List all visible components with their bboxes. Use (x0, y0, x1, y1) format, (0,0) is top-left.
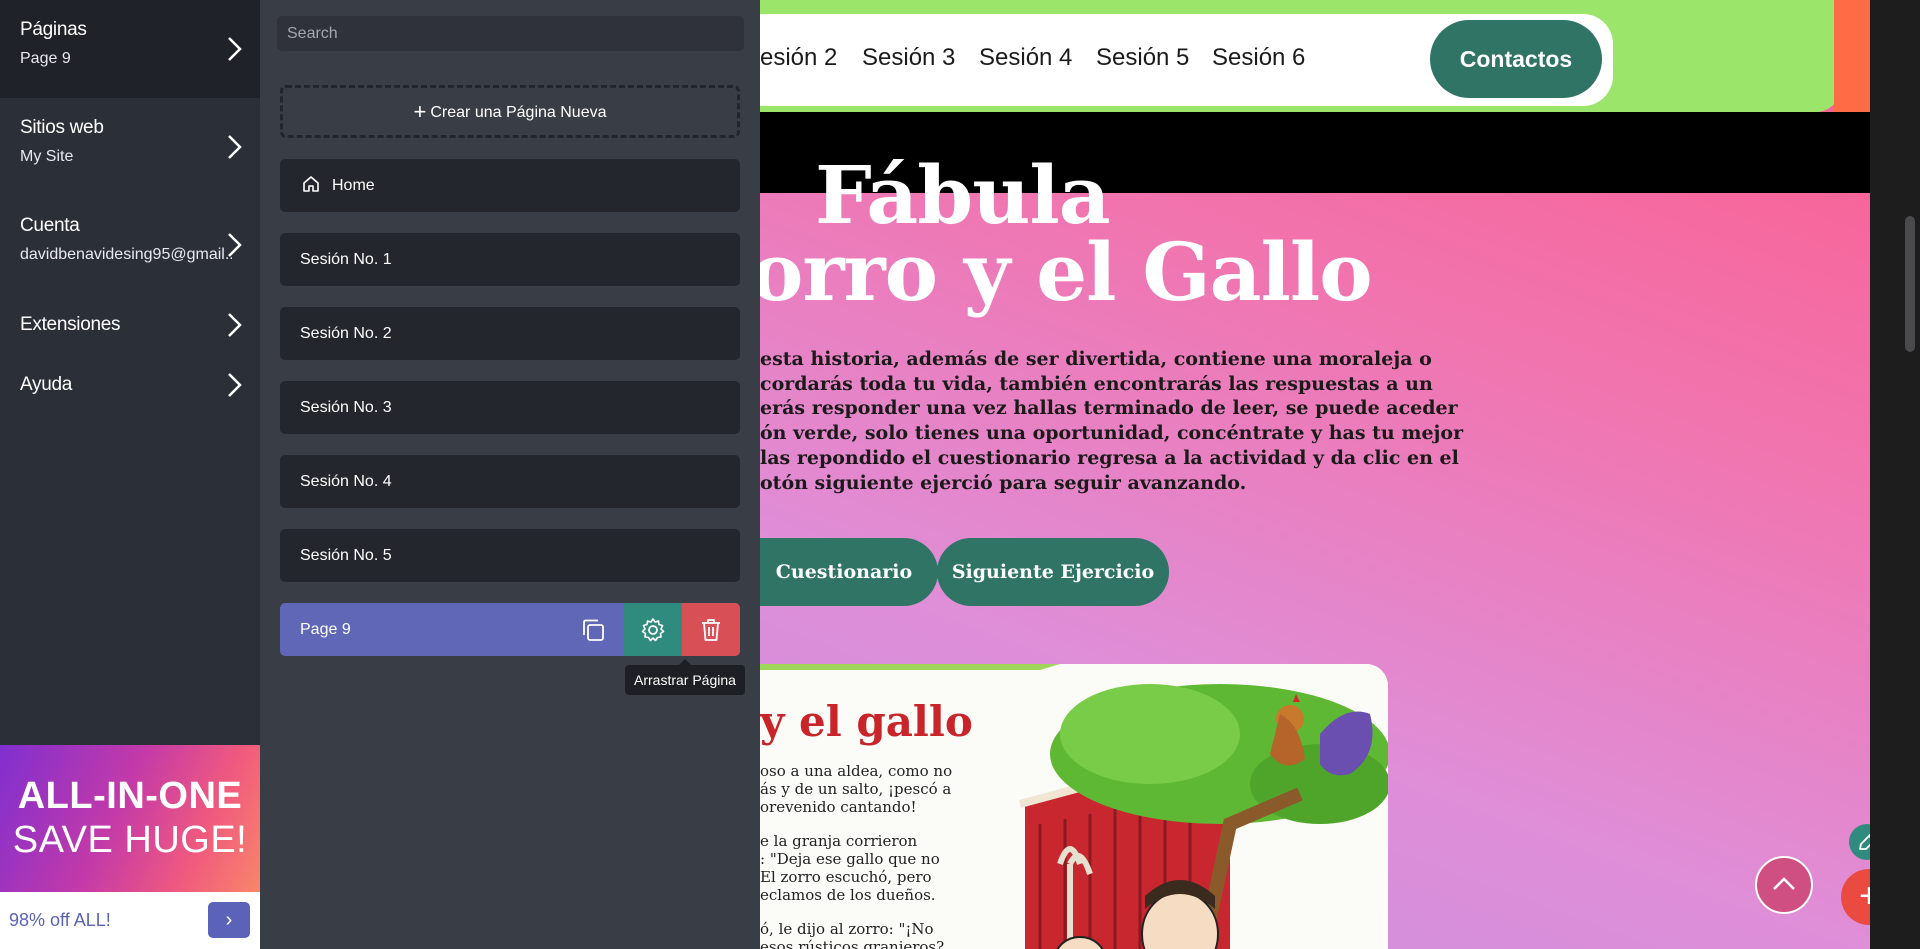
sidebar-item-extensiones[interactable]: Extensiones (0, 305, 260, 345)
sidebar-item-subtitle: Page 9 (20, 50, 71, 67)
scroll-top-button[interactable] (1755, 856, 1813, 914)
illustration-text-line: oso a una aldea, como no (760, 762, 953, 780)
hero-title-line2: orro y el Gallo (760, 225, 1373, 319)
page-item-label: Home (332, 177, 375, 194)
sidebar-item-subtitle: davidbenavidesing95@gmail... (20, 246, 232, 263)
create-page-label: Crear una Página Nueva (430, 104, 607, 121)
arrow-up-icon (1773, 877, 1795, 890)
story-line: cordarás toda tu vida, también encontrar… (760, 372, 1433, 395)
drag-page-tooltip: Arrastrar Página (625, 659, 745, 695)
illustration-text-line: orevenido cantando! (760, 798, 917, 816)
promo-headline: ALL-IN-ONE (17, 775, 243, 817)
sidebar-item-cuenta[interactable]: Cuenta davidbenavidesing95@gmail... (0, 196, 260, 294)
page-item-label: Sesión No. 2 (300, 325, 392, 342)
story-line: erás responder una vez hallas terminado … (760, 397, 1458, 420)
story-line: esta historia, además de ser divertida, … (760, 348, 1432, 370)
scrollbar-thumb[interactable] (1905, 216, 1915, 352)
trash-icon (702, 618, 720, 641)
quiz-button-label: Cuestionario (775, 561, 913, 583)
chevron-right-icon (228, 373, 242, 397)
promo-go-button[interactable]: › (208, 902, 250, 938)
create-page-button[interactable]: + Crear una Página Nueva (280, 85, 740, 138)
story-line: otón siguiente ejerció para seguir avanz… (760, 471, 1247, 494)
page-item-label: Sesión No. 3 (300, 399, 392, 416)
illustration-text-line: ás y de un salto, ¡pescó a (760, 780, 952, 798)
illustration-text-line: esos rústicos granjeros? (760, 938, 945, 949)
sidebar-item-ayuda[interactable]: Ayuda (0, 365, 260, 405)
promo-subheadline: SAVE HUGE! (12, 819, 248, 861)
chevron-right-icon (228, 135, 242, 159)
gear-icon (641, 617, 665, 641)
page-item[interactable]: Sesión No. 1 (280, 233, 740, 286)
nav-link-sesion-3[interactable]: Sesión 3 (862, 44, 955, 72)
sidebar-item-sitios-web[interactable]: Sitios web My Site (0, 98, 260, 196)
home-icon (303, 176, 319, 192)
pages-panel: +Crear una Página Nueva Home Sesión No. … (260, 0, 760, 949)
illustration-text-line: eclamos de los dueños. (760, 886, 936, 904)
header-accent (1834, 0, 1870, 112)
illustration-text-line: e la granja corrieron (760, 832, 918, 850)
quiz-button[interactable]: Cuestionario (760, 538, 938, 606)
nav-link-sesion-4[interactable]: Sesión 4 (979, 44, 1072, 72)
page-item[interactable]: Sesión No. 4 (280, 455, 740, 508)
illustration-text-line: ó, le dijo al zorro: "¡No (760, 920, 934, 938)
page-settings-button[interactable] (624, 603, 682, 656)
nav-link-sesion-5[interactable]: Sesión 5 (1096, 44, 1189, 72)
page-item-active[interactable]: Page 9 (280, 603, 740, 656)
chevron-right-icon (228, 233, 242, 257)
main-sidebar: Páginas Page 9 Sitios web My Site Cuenta… (0, 0, 260, 949)
page-item[interactable]: Sesión No. 5 (280, 529, 740, 582)
promo-text: 98% off ALL! (9, 910, 111, 930)
illustration-text-line: : "Deja ese gallo que no (760, 850, 940, 868)
plus-icon: + (413, 99, 427, 124)
search-input[interactable] (277, 16, 744, 51)
site-preview: esión 2 Sesión 3 Sesión 4 Sesión 5 Sesió… (760, 0, 1870, 949)
story-line: las repondido el cuestionario regresa a … (760, 446, 1459, 469)
chevron-right-icon (228, 37, 242, 61)
chevron-right-icon (228, 313, 242, 337)
page-item-label: Sesión No. 4 (300, 473, 392, 490)
copy-icon (583, 619, 604, 641)
sidebar-item-subtitle: My Site (20, 148, 74, 165)
contact-button[interactable]: Contactos (1430, 20, 1602, 98)
delete-page-button[interactable] (682, 603, 740, 656)
illustration-title: y el gallo (760, 697, 973, 746)
scrollbar-track[interactable] (1870, 0, 1920, 949)
illustration-text-line: El zorro escuchó, pero (760, 868, 932, 886)
page-item[interactable]: Sesión No. 2 (280, 307, 740, 360)
story-line: ón verde, solo tienes una oportunidad, c… (760, 422, 1464, 445)
page-item-home[interactable]: Home (280, 159, 740, 212)
page-item-label: Sesión No. 1 (300, 251, 392, 268)
sidebar-item-paginas[interactable]: Páginas Page 9 (0, 0, 260, 98)
nav-link-sesion-6[interactable]: Sesión 6 (1212, 44, 1305, 72)
page-item-label: Page 9 (300, 621, 351, 638)
page-item-label: Sesión No. 5 (300, 547, 392, 564)
promo-bar: 98% off ALL! › (0, 892, 260, 949)
story-illustration: y el gallo oso a una aldea, como no ás y… (760, 664, 1388, 949)
duplicate-page-button[interactable] (564, 603, 622, 656)
page-item[interactable]: Sesión No. 3 (280, 381, 740, 434)
story-intro: esta historia, además de ser divertida, … (760, 347, 1464, 495)
nav-link-sesion-2[interactable]: esión 2 (760, 44, 837, 72)
promo-banner[interactable]: ALL-IN-ONE SAVE HUGE! (0, 745, 260, 892)
next-exercise-button[interactable]: Siguiente Ejercicio (937, 538, 1169, 606)
site-navbar: esión 2 Sesión 3 Sesión 4 Sesión 5 Sesió… (760, 14, 1613, 106)
